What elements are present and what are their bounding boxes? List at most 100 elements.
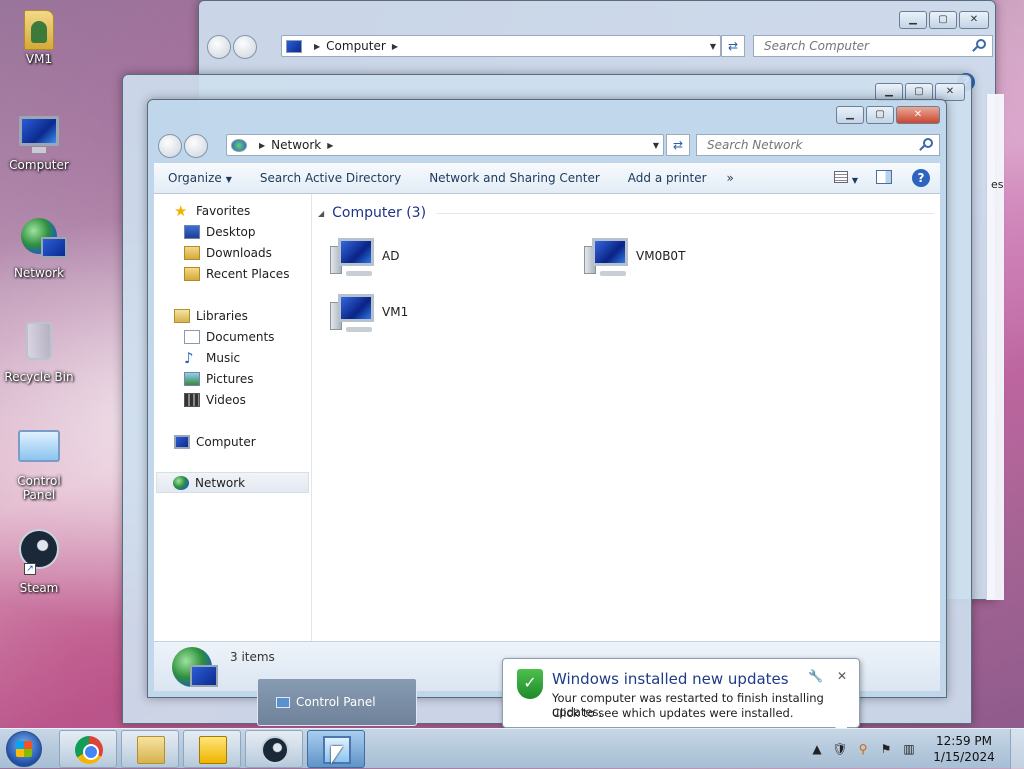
- desktop-icon-label: VM1: [25, 52, 53, 66]
- nav-item-computer[interactable]: Computer: [154, 431, 311, 452]
- nav-item-videos[interactable]: Videos: [154, 389, 311, 410]
- folder-icon: [137, 736, 165, 764]
- music-icon: ♪: [184, 348, 194, 367]
- network-computer-item[interactable]: VM0B0T: [584, 236, 685, 276]
- preview-pane-button[interactable]: [866, 169, 902, 187]
- chevron-right-icon[interactable]: ▶: [392, 42, 398, 51]
- computer-icon: [330, 292, 374, 332]
- flag-icon[interactable]: ⚑: [878, 741, 894, 757]
- item-count: 3 items: [230, 649, 275, 664]
- notification-title[interactable]: Windows installed new updates: [552, 670, 789, 688]
- command-bar: Organize ▼ Search Active Directory Networ…: [154, 162, 940, 194]
- start-button[interactable]: [6, 731, 42, 767]
- chevron-right-icon[interactable]: ▶: [327, 141, 333, 150]
- chevron-down-icon[interactable]: ▼: [653, 141, 659, 150]
- search-icon[interactable]: ⚲: [855, 741, 871, 757]
- search-active-directory-button[interactable]: Search Active Directory: [246, 171, 415, 185]
- title-bar[interactable]: ▁ ▢ ✕: [199, 1, 995, 31]
- maximize-button[interactable]: ▢: [866, 106, 894, 124]
- recent-places-icon: [184, 266, 200, 281]
- search-field[interactable]: [753, 35, 993, 57]
- recycle-bin-icon: [26, 322, 52, 360]
- nav-item-downloads[interactable]: Downloads: [154, 242, 311, 263]
- collapse-triangle-icon[interactable]: ◢: [318, 209, 324, 218]
- settings-wrench-icon[interactable]: 🔧: [808, 669, 823, 683]
- address-bar[interactable]: ▶ Network ▶ ▼: [226, 134, 664, 156]
- help-button[interactable]: ?: [902, 169, 940, 187]
- taskbar-explorer[interactable]: [121, 730, 179, 768]
- refresh-button[interactable]: ⇄: [721, 35, 745, 57]
- group-header[interactable]: ◢ Computer (3): [318, 202, 934, 224]
- notification-message[interactable]: Click to see which updates were installe…: [552, 706, 794, 720]
- forward-button[interactable]: [184, 134, 208, 158]
- steam-icon: [261, 736, 289, 764]
- network-computer-item[interactable]: AD: [330, 236, 399, 276]
- desktop-icon-recycle-bin[interactable]: Recycle Bin: [2, 316, 76, 384]
- show-desktop-button[interactable]: [1010, 729, 1024, 769]
- nav-item-recent-places[interactable]: Recent Places: [154, 263, 311, 284]
- nav-item-network[interactable]: Network: [156, 472, 309, 493]
- nav-item-favorites[interactable]: ★ Favorites: [154, 200, 311, 221]
- search-input[interactable]: [762, 38, 992, 54]
- update-notification[interactable]: ✓ Windows installed new updates Your com…: [502, 658, 860, 739]
- network-tray-icon[interactable]: ▥: [901, 741, 917, 757]
- nav-item-pictures[interactable]: Pictures: [154, 368, 311, 389]
- title-bar[interactable]: ▁ ▢ ✕: [148, 100, 946, 130]
- desktop-icon-label: Steam: [19, 581, 59, 595]
- search-icon[interactable]: [976, 39, 986, 49]
- nav-item-documents[interactable]: Documents: [154, 326, 311, 347]
- chevron-down-icon: ▼: [225, 175, 232, 184]
- refresh-button[interactable]: ⇄: [666, 134, 690, 156]
- file-list[interactable]: ◢ Computer (3) AD VM0B0T VM1: [312, 194, 940, 641]
- taskbar-tooltip[interactable]: Control Panel: [257, 678, 417, 726]
- view-icon: [833, 170, 848, 183]
- back-button[interactable]: [158, 134, 182, 158]
- navigation-pane[interactable]: ★ Favorites Desktop Downloads Recent Plac…: [154, 194, 312, 641]
- desktop-icon-network[interactable]: Network: [2, 214, 76, 280]
- nav-item-libraries[interactable]: Libraries: [154, 305, 311, 326]
- organize-menu[interactable]: Organize ▼: [154, 171, 246, 185]
- taskbar-steam[interactable]: [245, 730, 303, 768]
- desktop-icon-vm1[interactable]: VM1: [2, 6, 76, 66]
- documents-icon: [184, 329, 200, 344]
- libraries-icon: [174, 308, 190, 323]
- network-sharing-center-button[interactable]: Network and Sharing Center: [415, 171, 614, 185]
- address-crumb[interactable]: Computer: [326, 39, 386, 53]
- desktop-icon-label: Network: [13, 266, 65, 280]
- clock-time: 12:59 PM: [936, 734, 992, 748]
- network-computer-item[interactable]: VM1: [330, 292, 408, 332]
- close-button[interactable]: ✕: [896, 106, 940, 124]
- back-button[interactable]: [207, 35, 231, 59]
- address-crumb[interactable]: Network: [271, 138, 321, 152]
- update-tray-icon[interactable]: 🛡: [832, 741, 848, 757]
- address-bar[interactable]: ▶ Computer ▶ ▼: [281, 35, 721, 57]
- desktop-icon-control-panel[interactable]: Control Panel: [2, 424, 76, 502]
- network-window[interactable]: ▁ ▢ ✕ ▶ Network ▶ ▼ ⇄ Organize▼ Search A…: [147, 99, 947, 698]
- taskbar-chrome[interactable]: [59, 730, 117, 768]
- chevron-up-icon[interactable]: ▲: [809, 741, 825, 757]
- minimize-button[interactable]: ▁: [899, 11, 927, 29]
- maximize-button[interactable]: ▢: [929, 11, 957, 29]
- close-button[interactable]: ✕: [959, 11, 989, 29]
- close-icon[interactable]: ✕: [837, 669, 847, 683]
- more-commands-button[interactable]: »: [721, 171, 740, 185]
- search-field[interactable]: [696, 134, 940, 156]
- nav-item-desktop[interactable]: Desktop: [154, 221, 311, 242]
- network-icon: [172, 646, 218, 687]
- search-input[interactable]: [705, 137, 939, 153]
- search-icon[interactable]: [923, 138, 933, 148]
- chevron-right-icon: ▶: [314, 41, 321, 51]
- windows-logo-icon: [16, 741, 32, 757]
- downloads-folder-icon: [184, 245, 200, 260]
- taskbar-updates[interactable]: [183, 730, 241, 768]
- nav-item-music[interactable]: ♪ Music: [154, 347, 311, 368]
- forward-button[interactable]: [233, 35, 257, 59]
- computer-icon: [286, 39, 302, 53]
- add-printer-button[interactable]: Add a printer: [614, 171, 721, 185]
- desktop-icon-steam[interactable]: ↗ Steam: [2, 526, 76, 595]
- clock[interactable]: 12:59 PM 1/15/2024: [924, 733, 1004, 765]
- desktop-icon-computer[interactable]: Computer: [2, 112, 76, 172]
- change-view-button[interactable]: ▼: [826, 170, 866, 186]
- chevron-down-icon[interactable]: ▼: [710, 42, 716, 51]
- minimize-button[interactable]: ▁: [836, 106, 864, 124]
